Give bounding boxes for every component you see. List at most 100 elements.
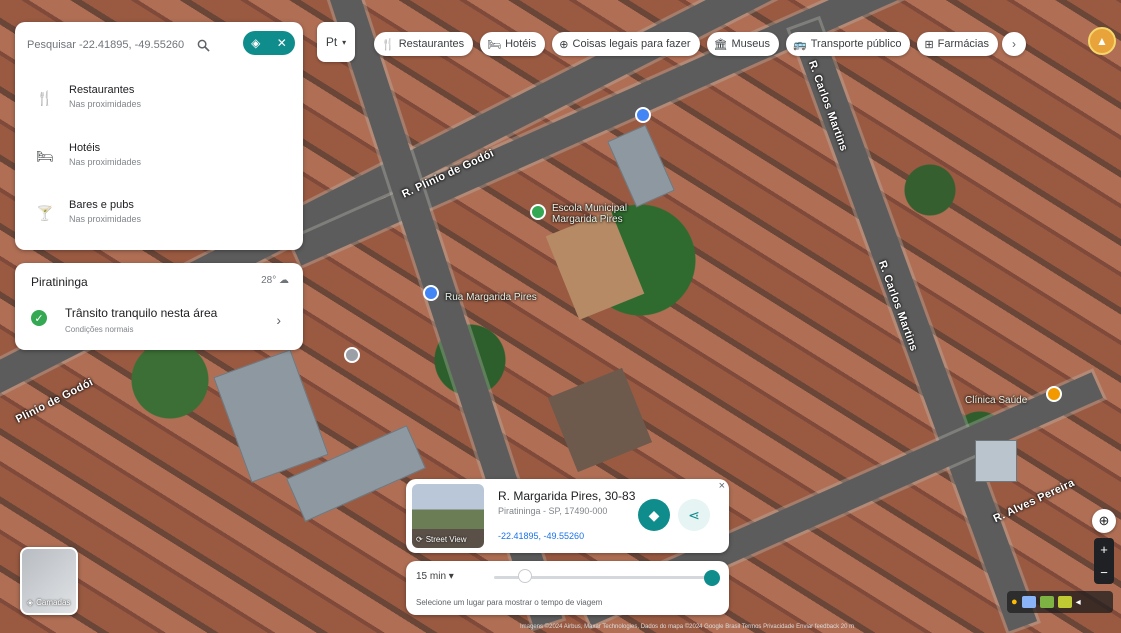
chip-label: Hotéis: [505, 38, 537, 50]
chips-next-button[interactable]: ›: [1002, 32, 1026, 56]
my-location-button[interactable]: ⊕: [1092, 509, 1116, 533]
time-mode-select[interactable]: 15 min ▾: [416, 571, 454, 582]
hotel-icon: 🛏: [487, 38, 502, 51]
search-input[interactable]: [27, 39, 197, 51]
language-select[interactable]: Pt ▾: [317, 22, 355, 62]
travel-time-panel: 15 min ▾ Selecione um lugar para mostrar…: [406, 561, 729, 615]
bar-icon: 🍸: [36, 204, 54, 221]
school-pin-icon[interactable]: [530, 204, 546, 220]
chip-label: Coisas legais para fazer: [572, 38, 691, 50]
category-title: Bares e pubs: [69, 199, 134, 211]
place-title[interactable]: R. Margarida Pires, 30-83: [498, 489, 635, 503]
temperature: 28° ☁: [261, 275, 289, 286]
search-panel: ◈ ✕ 🍴 Restaurantes Nas proximidades 🛏 Ho…: [15, 22, 303, 250]
place-card[interactable]: ⟳ Street View R. Margarida Pires, 30-83 P…: [406, 479, 729, 553]
location-pin-icon[interactable]: [423, 285, 439, 301]
travel-time-hint: Selecione um lugar para mostrar o tempo …: [416, 598, 603, 607]
hotel-icon: 🛏: [36, 147, 54, 164]
chevron-down-icon: ▾: [342, 37, 347, 47]
traffic-panel[interactable]: Piratininga 28° ☁ ✓ Trânsito tranquilo n…: [15, 263, 303, 350]
pegman-icon[interactable]: ●: [1011, 596, 1018, 608]
zoom-out-icon[interactable]: −: [1100, 565, 1108, 580]
category-hotels[interactable]: 🛏 Hotéis Nas proximidades: [33, 142, 141, 168]
restaurant-icon: 🍴: [36, 89, 54, 106]
chip-hotels[interactable]: 🛏 Hotéis: [480, 32, 546, 56]
place-subtitle: Piratininga - SP, 17490-000: [498, 506, 608, 516]
traffic-status-sub: Condições normais: [65, 325, 134, 334]
category-subtitle: Nas proximidades: [69, 214, 142, 224]
poi-label[interactable]: Escola Municipal Margarida Pires: [552, 203, 642, 225]
category-title: Hotéis: [69, 142, 101, 154]
account-icon: ▲: [1096, 34, 1108, 48]
museum-icon: 🏛: [713, 38, 728, 51]
chip-label: Museus: [731, 38, 771, 50]
satellite-view-icon[interactable]: [1039, 596, 1054, 608]
category-chips: 🍴 Restaurantes 🛏 Hotéis ⊕ Coisas legais par…: [374, 32, 998, 56]
layers-label: ◈ Camadas: [27, 598, 71, 607]
traffic-status: Trânsito tranquilo nesta área: [65, 306, 218, 320]
close-icon[interactable]: ✕: [277, 36, 287, 50]
map-tools-bar: ● ◂: [1007, 591, 1113, 613]
directions-icon: ◆: [648, 506, 660, 523]
vacant-lot: [547, 367, 653, 473]
vacant-lot: [545, 210, 645, 320]
transit-pin-icon[interactable]: [635, 107, 651, 123]
chip-label: Transporte público: [810, 38, 902, 50]
pharmacy-icon: ⊞: [924, 38, 934, 51]
chevron-right-icon: ›: [1012, 37, 1016, 51]
road-label: Plinio de Godói: [13, 376, 96, 426]
category-bars[interactable]: 🍸 Bares e pubs Nas proximidades: [33, 199, 141, 225]
zoom-controls: + −: [1094, 538, 1114, 584]
share-button[interactable]: ⋖: [678, 499, 710, 531]
chip-pharmacies[interactable]: ⊞ Farmácias: [917, 32, 998, 56]
street-view-thumbnail[interactable]: ⟳ Street View: [412, 484, 484, 548]
building-roof: [213, 349, 329, 483]
chip-transit[interactable]: 🚌 Transporte público: [786, 32, 911, 56]
more-icon[interactable]: ◂: [1076, 597, 1081, 608]
slider-handle[interactable]: [518, 569, 532, 583]
clinic-pin-icon[interactable]: [1046, 386, 1062, 402]
building-roof: [607, 124, 675, 208]
layers-button[interactable]: ◈ Camadas: [20, 547, 78, 615]
poi-label[interactable]: Clínica Saúde: [965, 395, 1027, 406]
avatar[interactable]: ▲: [1088, 27, 1116, 55]
place-coordinates[interactable]: -22.41895, -49.55260: [498, 531, 584, 541]
zoom-in-icon[interactable]: +: [1100, 542, 1108, 557]
category-subtitle: Nas proximidades: [69, 157, 142, 167]
things-to-do-icon: ⊕: [559, 38, 569, 51]
search-icon[interactable]: [197, 39, 210, 52]
category-restaurants[interactable]: 🍴 Restaurantes Nas proximidades: [33, 84, 141, 110]
language-label: Pt: [325, 35, 338, 49]
check-icon: ✓: [31, 310, 47, 326]
poi-label[interactable]: Rua Margarida Pires: [445, 292, 537, 303]
category-subtitle: Nas proximidades: [69, 99, 142, 109]
restaurant-icon: 🍴: [381, 38, 395, 51]
building-roof: [975, 440, 1017, 482]
close-icon[interactable]: ×: [719, 480, 725, 492]
chip-label: Restaurantes: [398, 38, 465, 50]
terrain-view-icon[interactable]: [1057, 596, 1072, 608]
street-view-icon: ⟳: [416, 535, 423, 544]
chip-things-to-do[interactable]: ⊕ Coisas legais para fazer: [552, 32, 700, 56]
map-view-icon[interactable]: [1021, 596, 1036, 608]
layers-icon: ◈: [27, 598, 34, 607]
share-icon: ⋖: [688, 506, 700, 523]
cloud-icon: ☁: [279, 275, 289, 286]
street-view-label: ⟳ Street View: [416, 535, 467, 544]
location-target-icon: ⊕: [1098, 513, 1110, 528]
chevron-right-icon[interactable]: ›: [276, 312, 281, 328]
map-attribution: Imagens ©2024 Airbus, Maxar Technologies…: [520, 624, 855, 630]
directions-icon[interactable]: ◈: [251, 36, 260, 50]
city-name: Piratininga: [31, 275, 88, 289]
directions-close-pill[interactable]: ◈ ✕: [243, 31, 295, 55]
time-toggle[interactable]: [704, 570, 720, 586]
chip-restaurants[interactable]: 🍴 Restaurantes: [374, 32, 474, 56]
transit-icon: 🚌: [793, 38, 807, 51]
chevron-down-icon: ▾: [448, 571, 454, 582]
chip-museums[interactable]: 🏛 Museus: [706, 32, 780, 56]
marker-pin-icon[interactable]: [344, 347, 360, 363]
category-title: Restaurantes: [69, 84, 135, 96]
chip-label: Farmácias: [937, 38, 989, 50]
directions-button[interactable]: ◆: [638, 499, 670, 531]
road-label: R. Alves Pereira: [991, 476, 1077, 526]
